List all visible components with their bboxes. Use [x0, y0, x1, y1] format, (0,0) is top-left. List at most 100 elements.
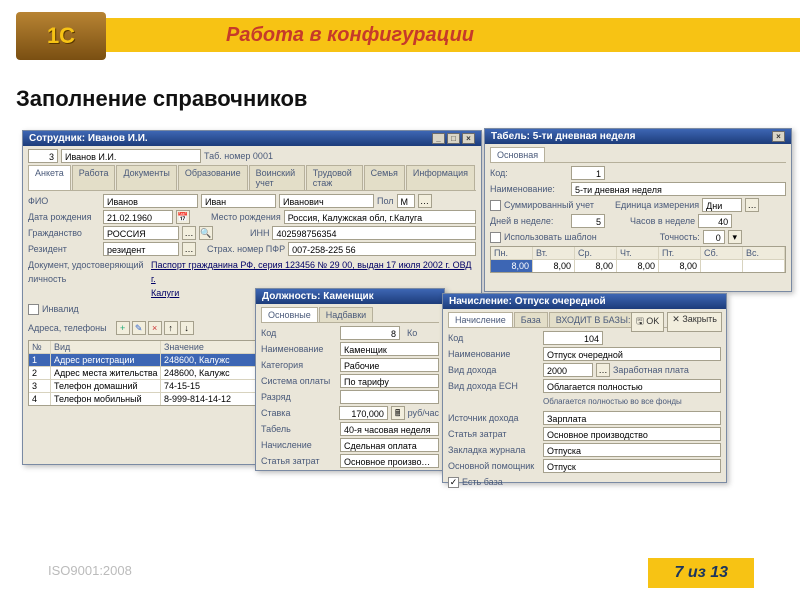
- field-citizenship[interactable]: РОССИЯ: [103, 226, 179, 240]
- field-days[interactable]: 5: [571, 214, 605, 228]
- name-field[interactable]: Иванов И.И.: [61, 149, 201, 163]
- field-grade[interactable]: [340, 390, 439, 404]
- field-income[interactable]: 2000: [543, 363, 593, 377]
- field-firstname[interactable]: Иван: [201, 194, 276, 208]
- field-unit[interactable]: Дни: [702, 198, 742, 212]
- ok-button[interactable]: 🖫 OK: [631, 312, 664, 332]
- close-icon[interactable]: ×: [462, 133, 475, 144]
- label-hours: Часов в неделе: [630, 214, 695, 228]
- field-rate[interactable]: 170,000: [339, 406, 388, 420]
- tab-calc[interactable]: Начисление: [448, 312, 513, 327]
- titlebar-tabel[interactable]: Табель: 5-ти дневная неделя ×: [485, 129, 791, 144]
- calendar-icon[interactable]: 📅: [176, 210, 190, 224]
- titlebar-text: Начисление: Отпуск очередной: [449, 296, 606, 307]
- calc-icon[interactable]: 🖩: [391, 406, 405, 420]
- label-dob: Дата рождения: [28, 210, 100, 224]
- window-position: Должность: Каменщик Основные Надбавки Ко…: [255, 288, 445, 471]
- col-n: №: [29, 341, 51, 353]
- week-grid: Пн. Вт. Ср. Чт. Пт. Сб. Вс. 8,00 8,00 8,…: [490, 246, 786, 273]
- field-dob[interactable]: 21.02.1960: [103, 210, 173, 224]
- label-name: Наименование: [448, 347, 540, 361]
- field-tabel[interactable]: 40-я часовая неделя: [340, 422, 439, 436]
- tab-info[interactable]: Информация: [406, 165, 475, 190]
- field-helper[interactable]: Отпуск: [543, 459, 721, 473]
- field-inn[interactable]: 402598756354: [272, 226, 476, 240]
- esn-note: Облагается полностью во все фонды: [543, 395, 682, 409]
- field-middlename[interactable]: Иванович: [279, 194, 374, 208]
- dropdown-icon[interactable]: …: [182, 242, 196, 256]
- field-precision[interactable]: 0: [703, 230, 725, 244]
- field-lastname[interactable]: Иванов: [103, 194, 198, 208]
- lookup-icon[interactable]: …: [182, 226, 196, 240]
- tab-main[interactable]: Основные: [261, 307, 318, 322]
- field-name[interactable]: Каменщик: [340, 342, 439, 356]
- close-icon[interactable]: ×: [772, 131, 785, 142]
- search-icon[interactable]: 🔍: [199, 226, 213, 240]
- checkbox-summarized[interactable]: [490, 200, 501, 211]
- tab-education[interactable]: Образование: [178, 165, 248, 190]
- tab-documents[interactable]: Документы: [116, 165, 176, 190]
- field-cat[interactable]: Рабочие: [340, 358, 439, 372]
- field-pay[interactable]: По тарифу: [340, 374, 439, 388]
- spinner-icon[interactable]: ▾: [728, 230, 742, 244]
- field-name[interactable]: 5-ти дневная неделя: [571, 182, 786, 196]
- maximize-icon[interactable]: □: [447, 133, 460, 144]
- label-income: Вид дохода: [448, 363, 540, 377]
- tab-experience[interactable]: Трудовой стаж: [306, 165, 363, 190]
- field-src[interactable]: Зарплата: [543, 411, 721, 425]
- checkbox-invalid[interactable]: [28, 304, 39, 315]
- label-code: Код: [261, 326, 337, 340]
- dropdown-icon[interactable]: …: [745, 198, 759, 212]
- tab-military[interactable]: Воинский учет: [249, 165, 305, 190]
- titlebar-calc[interactable]: Начисление: Отпуск очередной: [443, 294, 726, 309]
- titlebar-position[interactable]: Должность: Каменщик: [256, 289, 444, 304]
- titlebar-employee[interactable]: Сотрудник: Иванов И.И. _ □ ×: [23, 131, 481, 146]
- field-code[interactable]: 8: [340, 326, 400, 340]
- field-esn[interactable]: Облагается полностью: [543, 379, 721, 393]
- field-pol[interactable]: М: [397, 194, 415, 208]
- add-row-icon[interactable]: +: [116, 321, 130, 335]
- field-journal[interactable]: Отпуска: [543, 443, 721, 457]
- tab-rabota[interactable]: Работа: [72, 165, 116, 190]
- delete-row-icon[interactable]: ×: [148, 321, 162, 335]
- field-birthplace[interactable]: Россия, Калужская обл, г.Калуга: [284, 210, 476, 224]
- label-pay: Система оплаты: [261, 374, 337, 388]
- field-cost[interactable]: Основное производство: [543, 427, 721, 441]
- tab-main[interactable]: Основная: [490, 147, 545, 162]
- doc-link[interactable]: Паспорт гражданина РФ, серия 123456 № 29…: [151, 258, 476, 286]
- edit-row-icon[interactable]: ✎: [132, 321, 146, 335]
- dropdown-icon[interactable]: …: [418, 194, 432, 208]
- label-name: Наименование:: [490, 182, 568, 196]
- label-grade: Разряд: [261, 390, 337, 404]
- minimize-icon[interactable]: _: [432, 133, 445, 144]
- label-birthplace: Место рождения: [211, 210, 281, 224]
- label-name: Наименование: [261, 342, 337, 356]
- checkbox-template[interactable]: [490, 232, 501, 243]
- field-hours[interactable]: 40: [698, 214, 732, 228]
- table-row[interactable]: 8,00 8,00 8,00 8,00 8,00: [491, 260, 785, 272]
- code-field[interactable]: 3: [28, 149, 58, 163]
- label-pfr: Страх. номер ПФР: [207, 242, 285, 256]
- field-accr[interactable]: Сдельная оплата: [340, 438, 439, 452]
- field-resident[interactable]: резидент: [103, 242, 179, 256]
- tab-base[interactable]: База: [514, 312, 548, 327]
- field-code[interactable]: 1: [571, 166, 605, 180]
- tab-family[interactable]: Семья: [364, 165, 405, 190]
- label-resident: Резидент: [28, 242, 100, 256]
- checkbox-hasbase[interactable]: ✓: [448, 477, 459, 488]
- field-name[interactable]: Отпуск очередной: [543, 347, 721, 361]
- page-counter: 7 из 13: [648, 558, 754, 588]
- tab-anketa[interactable]: Анкета: [28, 165, 71, 190]
- close-button[interactable]: ✕ Закрыть: [667, 312, 722, 332]
- field-pfr[interactable]: 007-258-225 56: [288, 242, 476, 256]
- label-unit: Единица измерения: [615, 198, 699, 212]
- up-icon[interactable]: ↑: [164, 321, 178, 335]
- label-days: Дней в неделе:: [490, 214, 568, 228]
- window-tabel: Табель: 5-ти дневная неделя × Основная К…: [484, 128, 792, 292]
- lookup-icon[interactable]: …: [596, 363, 610, 377]
- tab-bonus[interactable]: Надбавки: [319, 307, 373, 322]
- field-code[interactable]: 104: [543, 331, 603, 345]
- down-icon[interactable]: ↓: [180, 321, 194, 335]
- tab-inbases[interactable]: ВХОДИТ В БАЗЫ:: [549, 312, 638, 327]
- field-cost[interactable]: Основное производство: [340, 454, 439, 468]
